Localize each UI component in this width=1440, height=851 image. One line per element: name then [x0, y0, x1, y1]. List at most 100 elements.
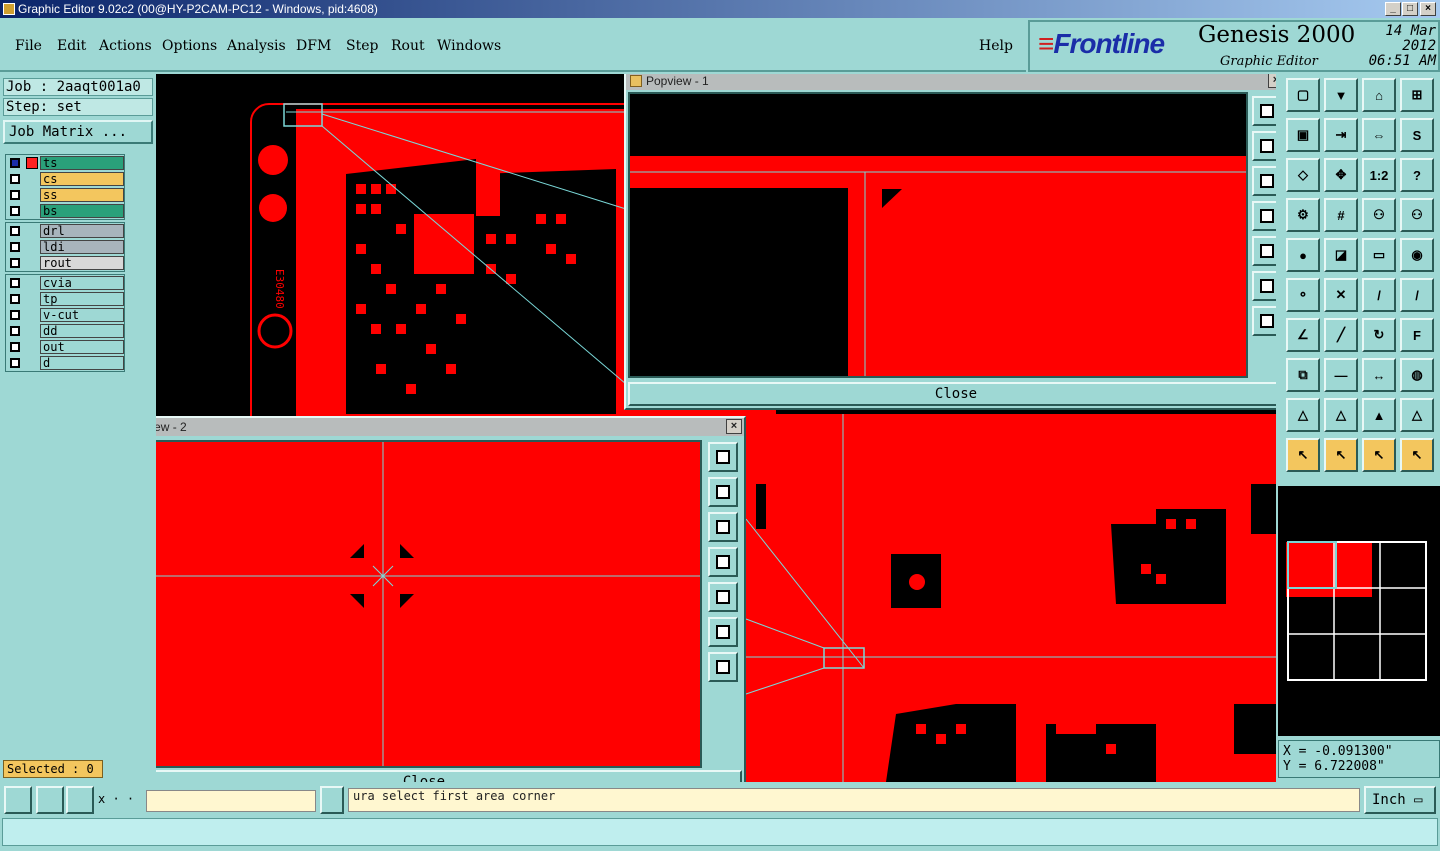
measure-icon[interactable]: ⚙ [1286, 198, 1320, 232]
menu-step[interactable]: Step [346, 38, 378, 54]
group-icon[interactable]: ◍ [1400, 358, 1434, 392]
triangle-alt-icon[interactable]: △ [1324, 398, 1358, 432]
overview-map[interactable] [1278, 486, 1440, 736]
fit-icon[interactable]: ◇ [1286, 158, 1320, 192]
minimize-button[interactable]: _ [1385, 2, 1401, 16]
line-icon[interactable]: / [1362, 278, 1396, 312]
view-all-icon[interactable] [708, 442, 738, 472]
center-icon[interactable]: ✥ [1324, 158, 1358, 192]
popview-2-close-button[interactable]: Close [156, 770, 742, 782]
zoom-out-icon[interactable] [1252, 271, 1276, 301]
popview-2-close-icon[interactable]: × [726, 419, 742, 434]
layer-checkbox[interactable] [10, 326, 20, 336]
layer-name[interactable]: ts [40, 156, 124, 170]
popview-2-view[interactable] [156, 440, 702, 768]
unit-selector[interactable]: Inch ▭ [1364, 786, 1436, 814]
menu-windows[interactable]: Windows [437, 38, 501, 54]
home-icon[interactable]: ⌂ [1362, 78, 1396, 112]
layer-row[interactable]: bs [6, 203, 124, 219]
layer-name[interactable]: rout [40, 256, 124, 270]
select-net-icon[interactable]: ↖ [1400, 438, 1434, 472]
snap-icon[interactable]: S [1400, 118, 1434, 152]
arc-icon[interactable]: / [1400, 278, 1434, 312]
select-pointer-icon[interactable]: ↖ [1286, 438, 1320, 472]
maximize-button[interactable]: □ [1402, 2, 1418, 16]
connect-icon[interactable]: ⚬ [1286, 278, 1320, 312]
select-inside-icon[interactable]: ↖ [1362, 438, 1396, 472]
pan-up-icon[interactable] [708, 477, 738, 507]
pan-up-icon[interactable] [1252, 131, 1276, 161]
pan-down-icon[interactable] [1252, 166, 1276, 196]
net-highlight-icon[interactable]: ⚇ [1400, 198, 1434, 232]
layer-checkbox[interactable] [10, 226, 20, 236]
layer-name[interactable]: ldi [40, 240, 124, 254]
pan-right-icon[interactable] [1252, 236, 1276, 266]
layer-row[interactable]: tp [6, 291, 124, 307]
save-view-icon[interactable]: ▼ [1324, 78, 1358, 112]
job-matrix-button[interactable]: Job Matrix ... [3, 120, 153, 144]
triangle-bold-icon[interactable]: ▲ [1362, 398, 1396, 432]
layer-name[interactable]: drl [40, 224, 124, 238]
zoom-in-icon[interactable] [1252, 306, 1276, 336]
measure-tool-icon[interactable] [36, 786, 64, 814]
layer-checkbox[interactable] [10, 190, 20, 200]
zoom-box-icon[interactable]: ▣ [1286, 118, 1320, 152]
outline-icon[interactable]: ◪ [1324, 238, 1358, 272]
popview-1-view[interactable] [628, 92, 1248, 378]
command-input[interactable] [146, 790, 316, 812]
zoom-out-icon[interactable] [708, 617, 738, 647]
command-history-icon[interactable] [320, 786, 344, 814]
query-icon[interactable]: ? [1400, 158, 1434, 192]
layer-checkbox[interactable] [10, 242, 20, 252]
layer-name[interactable]: bs [40, 204, 124, 218]
view-all-icon[interactable] [1252, 96, 1276, 126]
menu-dfm[interactable]: DFM [296, 38, 331, 54]
layer-row[interactable]: v-cut [6, 307, 124, 323]
layer-row[interactable]: d [6, 355, 124, 371]
layer-name[interactable]: cvia [40, 276, 124, 290]
menu-options[interactable]: Options [162, 38, 217, 54]
cross-icon[interactable]: ✕ [1324, 278, 1358, 312]
layer-checkbox[interactable] [10, 294, 20, 304]
minus-icon[interactable]: — [1324, 358, 1358, 392]
step-icon[interactable]: ▢ [1286, 78, 1320, 112]
layer-name[interactable]: ss [40, 188, 124, 202]
triangle-icon[interactable]: △ [1286, 398, 1320, 432]
grid-toggle-icon[interactable] [66, 786, 94, 814]
popview-1-close-button[interactable]: Close [628, 382, 1276, 406]
mirror-icon[interactable]: ⇔ [1362, 118, 1396, 152]
grid-icon[interactable]: # [1324, 198, 1358, 232]
layer-row[interactable]: ts [6, 155, 124, 171]
zoom-in-icon[interactable] [708, 652, 738, 682]
triangle-red-icon[interactable]: △ [1400, 398, 1434, 432]
layer-row[interactable]: cvia [6, 275, 124, 291]
pan-right-icon[interactable] [708, 582, 738, 612]
graphic-canvas[interactable]: E30480 Popview - 1 Close ew - 2 × Close [156, 74, 1276, 782]
pan-icon[interactable]: ⇥ [1324, 118, 1358, 152]
layer-row[interactable]: ldi [6, 239, 124, 255]
layer-row[interactable]: rout [6, 255, 124, 271]
layer-checkbox[interactable] [10, 158, 20, 168]
layer-checkbox[interactable] [10, 278, 20, 288]
copy-icon[interactable]: ⧉ [1286, 358, 1320, 392]
layer-name[interactable]: dd [40, 324, 124, 338]
window-split-icon[interactable]: ⊞ [1400, 78, 1434, 112]
circle-select-icon[interactable]: ◉ [1400, 238, 1434, 272]
layer-checkbox[interactable] [10, 206, 20, 216]
dimension-icon[interactable]: ↔ [1362, 358, 1396, 392]
layer-name[interactable]: v-cut [40, 308, 124, 322]
pad-icon[interactable]: ● [1286, 238, 1320, 272]
select-box-icon[interactable]: ↖ [1324, 438, 1358, 472]
zoom-fit-icon[interactable] [4, 786, 32, 814]
close-window-button[interactable]: × [1420, 2, 1436, 16]
scale-1-2-icon[interactable]: 1:2 [1362, 158, 1396, 192]
angle-icon[interactable]: ∠ [1286, 318, 1320, 352]
layer-name[interactable]: out [40, 340, 124, 354]
menu-help[interactable]: Help [979, 38, 1013, 54]
pan-down-icon[interactable] [708, 512, 738, 542]
layer-name[interactable]: d [40, 356, 124, 370]
layer-row[interactable]: ss [6, 187, 124, 203]
layer-row[interactable]: dd [6, 323, 124, 339]
layer-name[interactable]: tp [40, 292, 124, 306]
layer-row[interactable]: cs [6, 171, 124, 187]
